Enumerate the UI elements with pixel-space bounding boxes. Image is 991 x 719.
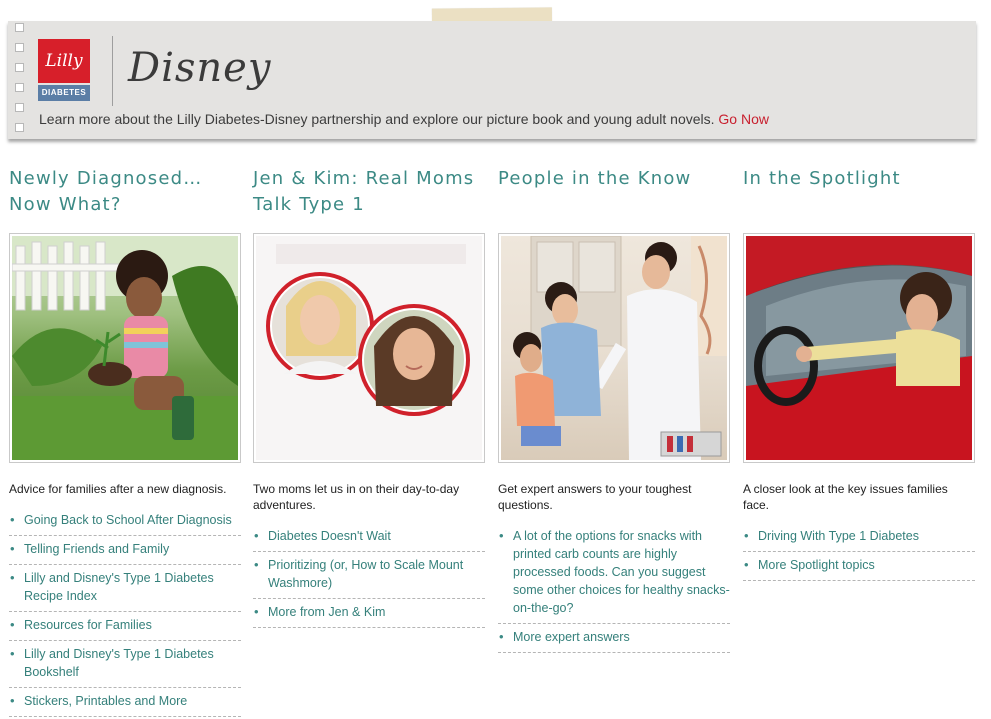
list-item: Driving With Type 1 Diabetes	[743, 523, 975, 552]
column-title[interactable]: In the Spotlight	[743, 166, 975, 230]
photo-frame	[256, 236, 482, 460]
link-diabetes-doesnt-wait[interactable]: Diabetes Doesn't Wait	[268, 529, 391, 543]
link-more-expert-answers[interactable]: More expert answers	[513, 630, 630, 644]
column-people-in-the-know: People in the Know Get expert answers to…	[498, 166, 730, 653]
link-telling-friends[interactable]: Telling Friends and Family	[24, 542, 169, 556]
link-list: Going Back to School After Diagnosis Tel…	[9, 507, 241, 717]
go-now-link[interactable]: Go Now	[718, 111, 769, 127]
title-line-1[interactable]: Newly Diagnosed…	[9, 168, 202, 189]
column-description: Get expert answers to your toughest ques…	[498, 482, 692, 512]
photo-jen-and-kim[interactable]	[253, 233, 485, 463]
photo-frame	[12, 236, 238, 460]
lilly-diabetes-logo[interactable]: Lilly DIABETES	[38, 39, 90, 101]
hole	[15, 103, 24, 112]
column-newly-diagnosed: Newly Diagnosed… Now What? Advice for fa…	[9, 166, 241, 717]
link-resources[interactable]: Resources for Families	[24, 618, 152, 632]
list-item: More from Jen & Kim	[253, 599, 485, 628]
link-more-jen-kim[interactable]: More from Jen & Kim	[268, 605, 385, 619]
logo-divider	[112, 36, 113, 106]
list-item: Prioritizing (or, How to Scale Mount Was…	[253, 552, 485, 599]
lilly-logo-text: Lilly	[38, 39, 90, 83]
partnership-banner: Lilly DIABETES Disney Learn more about t…	[8, 21, 976, 139]
link-list: Driving With Type 1 Diabetes More Spotli…	[743, 523, 975, 581]
list-item: A lot of the options for snacks with pri…	[498, 523, 730, 624]
link-list: A lot of the options for snacks with pri…	[498, 523, 730, 653]
list-item: Lilly and Disney's Type 1 Diabetes Recip…	[9, 565, 241, 612]
promo-text: Learn more about the Lilly Diabetes-Disn…	[39, 111, 769, 127]
list-item: Lilly and Disney's Type 1 Diabetes Books…	[9, 641, 241, 688]
column-title[interactable]: People in the Know	[498, 166, 730, 230]
hole	[15, 63, 24, 72]
link-list: Diabetes Doesn't Wait Prioritizing (or, …	[253, 523, 485, 628]
list-item: Telling Friends and Family	[9, 536, 241, 565]
column-description: Two moms let us in on their day-to-day a…	[253, 482, 460, 512]
column-title[interactable]: Newly Diagnosed… Now What?	[9, 166, 241, 230]
column-description: Advice for families after a new diagnosi…	[9, 482, 227, 496]
link-driving-type1[interactable]: Driving With Type 1 Diabetes	[758, 529, 919, 543]
list-item: Stickers, Printables and More	[9, 688, 241, 717]
column-description: A closer look at the key issues families…	[743, 482, 948, 512]
photo-doctor-visit[interactable]	[498, 233, 730, 463]
teen-driving-illustration	[746, 236, 972, 460]
doctor-visit-illustration	[513, 236, 727, 460]
two-moms-illustration	[256, 236, 482, 460]
link-bookshelf[interactable]: Lilly and Disney's Type 1 Diabetes Books…	[24, 647, 214, 679]
promo-description: Learn more about the Lilly Diabetes-Disn…	[39, 111, 715, 127]
list-item: Going Back to School After Diagnosis	[9, 507, 241, 536]
list-item: More expert answers	[498, 624, 730, 653]
column-jen-kim: Jen & Kim: Real Moms Talk Type 1 Two mom…	[253, 166, 485, 628]
hole	[15, 43, 24, 52]
link-snack-question[interactable]: A lot of the options for snacks with pri…	[513, 529, 730, 615]
photo-teen-driving[interactable]	[743, 233, 975, 463]
link-stickers[interactable]: Stickers, Printables and More	[24, 694, 187, 708]
column-in-the-spotlight: In the Spotlight A closer look at the ke…	[743, 166, 975, 581]
lilly-logo-subtext: DIABETES	[38, 85, 90, 101]
title-line-1[interactable]: In the Spotlight	[743, 168, 901, 189]
title-line-2[interactable]: Talk Type 1	[253, 194, 365, 215]
disney-logo[interactable]: Disney	[128, 45, 271, 91]
title-line-1[interactable]: People in the Know	[498, 168, 691, 189]
hole	[15, 83, 24, 92]
list-item: More Spotlight topics	[743, 552, 975, 581]
link-recipe-index[interactable]: Lilly and Disney's Type 1 Diabetes Recip…	[24, 571, 214, 603]
list-item: Resources for Families	[9, 612, 241, 641]
notebook-holes	[15, 23, 24, 143]
hole	[15, 123, 24, 132]
hole	[15, 23, 24, 32]
title-line-1[interactable]: Jen & Kim: Real Moms	[253, 168, 474, 189]
photo-girl-planting[interactable]	[9, 233, 241, 463]
link-back-to-school[interactable]: Going Back to School After Diagnosis	[24, 513, 232, 527]
title-line-2[interactable]: Now What?	[9, 194, 122, 215]
photo-frame	[746, 236, 972, 460]
list-item: Diabetes Doesn't Wait	[253, 523, 485, 552]
link-more-spotlight[interactable]: More Spotlight topics	[758, 558, 875, 572]
girl-planting-illustration	[12, 236, 238, 460]
column-title[interactable]: Jen & Kim: Real Moms Talk Type 1	[253, 166, 485, 230]
link-prioritizing[interactable]: Prioritizing (or, How to Scale Mount Was…	[268, 558, 463, 590]
photo-frame	[501, 236, 727, 460]
